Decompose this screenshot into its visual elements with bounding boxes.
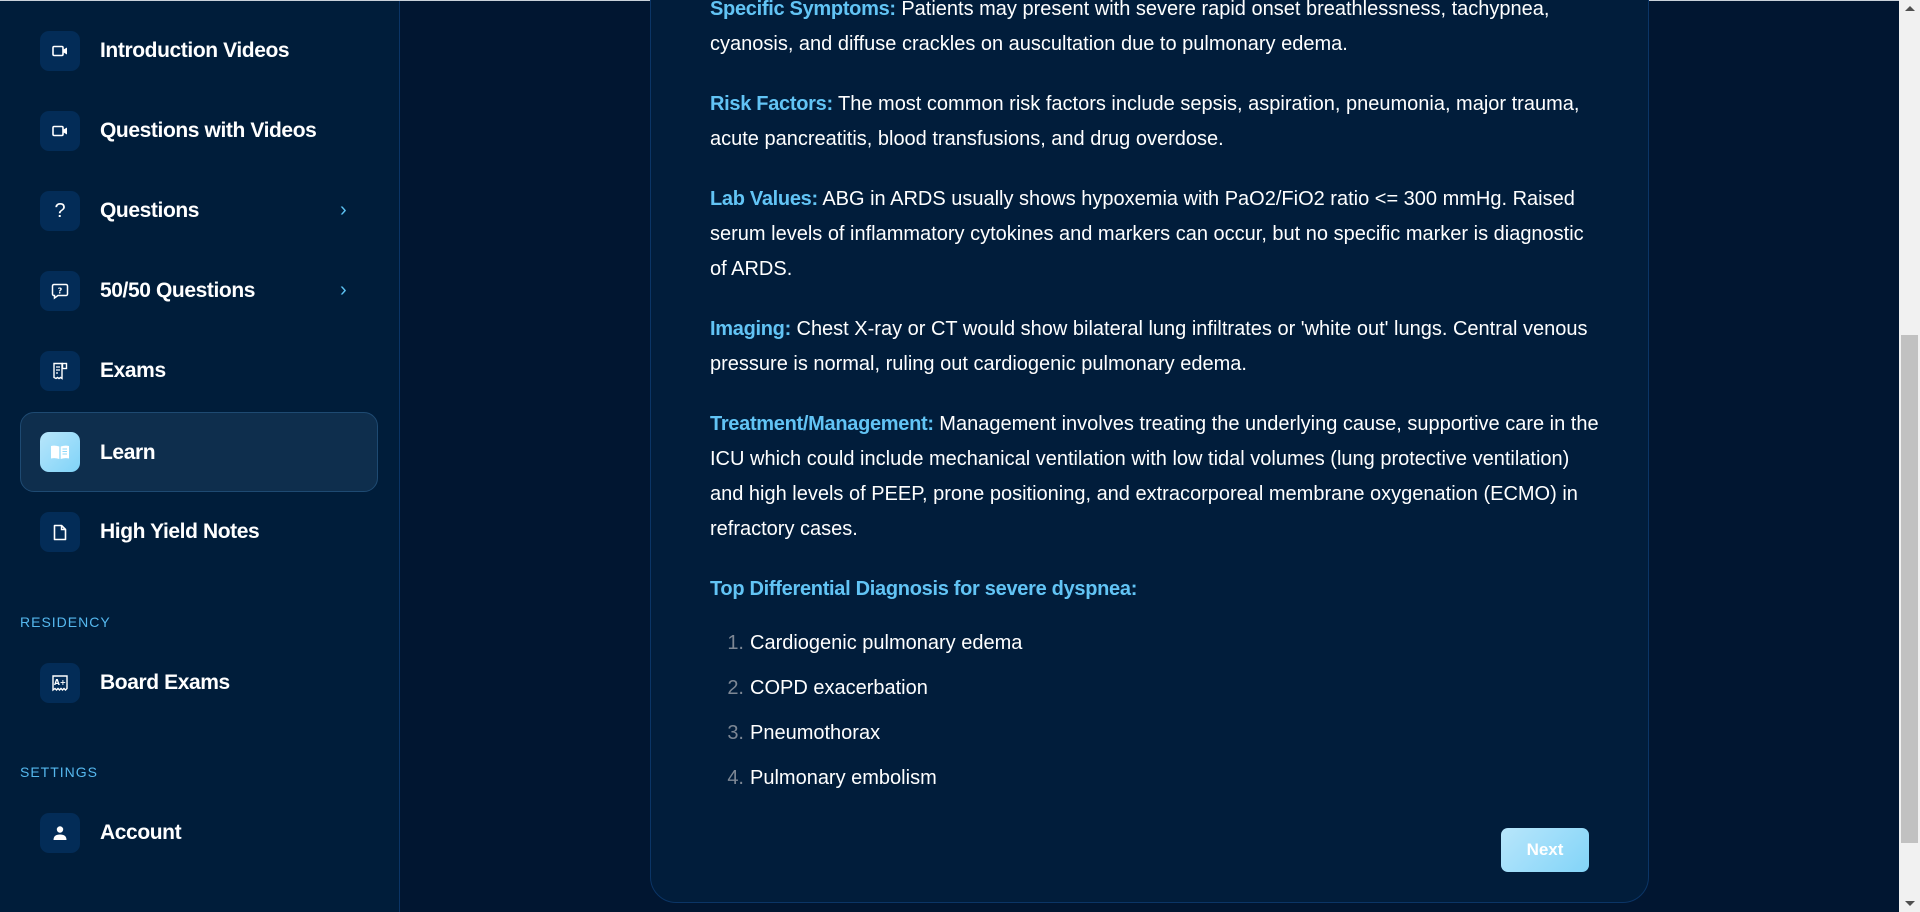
page-scrollbar[interactable] [1899, 0, 1920, 912]
sidebar: Introduction Videos Questions with Video… [0, 1, 400, 912]
paragraph-label: Lab Values: [710, 188, 818, 210]
list-item-text: Pulmonary embolism [750, 767, 937, 789]
scroll-up-arrow-icon[interactable] [1899, 0, 1920, 17]
sidebar-item-label: Learn [100, 441, 156, 464]
list-item-text: COPD exacerbation [750, 677, 928, 699]
scrollbar-thumb[interactable] [1901, 335, 1918, 843]
list-item: 4. Pulmonary embolism [710, 756, 1600, 801]
paragraph-treatment-management: Treatment/Management: Management involve… [710, 407, 1600, 547]
sidebar-item-account[interactable]: Account [20, 793, 378, 873]
file-icon [40, 512, 80, 552]
list-number: 4. [727, 767, 744, 789]
sidebar-item-label: Questions [100, 199, 200, 222]
sidebar-item-label: Exams [100, 359, 166, 382]
sidebar-item-learn[interactable]: Learn [20, 412, 378, 492]
paragraph-text: Chest X-ray or CT would show bilateral l… [710, 318, 1588, 375]
sidebar-item-50-50-questions[interactable]: ? 50/50 Questions › [20, 251, 378, 331]
paragraph-text: ABG in ARDS usually shows hypoxemia with… [710, 188, 1584, 280]
list-item: 2. COPD exacerbation [710, 666, 1600, 711]
list-item: 1. Cardiogenic pulmonary edema [710, 621, 1600, 666]
paragraph-risk-factors: Risk Factors: The most common risk facto… [710, 87, 1600, 157]
video-camera-icon [40, 31, 80, 71]
user-icon [40, 813, 80, 853]
sidebar-item-questions[interactable]: ? Questions › [20, 171, 378, 251]
sidebar-item-label: 50/50 Questions [100, 279, 256, 302]
sidebar-item-label: Board Exams [100, 671, 230, 694]
chevron-right-icon[interactable]: › [340, 171, 347, 251]
sidebar-item-label: High Yield Notes [100, 520, 260, 543]
question-mark-icon: ? [40, 191, 80, 231]
list-number: 1. [727, 632, 744, 654]
section-heading-settings: Settings [20, 764, 99, 780]
list-item-text: Cardiogenic pulmonary edema [750, 632, 1023, 654]
differential-list: 1. Cardiogenic pulmonary edema 2. COPD exa… [710, 621, 1600, 801]
sidebar-item-introduction-videos[interactable]: Introduction Videos [20, 11, 378, 91]
section-heading-residency: Residency [20, 614, 111, 630]
sidebar-item-high-yield-notes[interactable]: High Yield Notes [20, 492, 378, 572]
paragraph-label: Imaging: [710, 318, 791, 340]
svg-text:A+: A+ [54, 678, 66, 687]
sidebar-item-label: Questions with Videos [100, 119, 317, 142]
grade-certificate-icon: A+ [40, 663, 80, 703]
scroll-down-arrow-icon[interactable] [1899, 895, 1920, 912]
paragraph-imaging: Imaging: Chest X-ray or CT would show bi… [710, 312, 1600, 382]
list-number: 2. [727, 677, 744, 699]
sidebar-item-questions-with-videos[interactable]: Questions with Videos [20, 91, 378, 171]
sidebar-item-board-exams[interactable]: A+ Board Exams [20, 643, 378, 723]
learn-content: Specific Symptoms: Patients may present … [710, 0, 1600, 801]
sidebar-item-label: Introduction Videos [100, 39, 290, 62]
exam-document-icon [40, 351, 80, 391]
paragraph-text: The most common risk factors include sep… [710, 93, 1580, 150]
next-button[interactable]: Next [1501, 828, 1589, 872]
differential-heading: Top Differential Diagnosis for severe dy… [710, 578, 1138, 600]
list-number: 3. [727, 722, 744, 744]
chevron-right-icon[interactable]: › [340, 251, 347, 331]
question-bubble-icon: ? [40, 271, 80, 311]
paragraph-label: Treatment/Management: [710, 413, 934, 435]
sidebar-item-label: Account [100, 821, 182, 844]
sidebar-item-exams[interactable]: Exams [20, 331, 378, 411]
paragraph-lab-values: Lab Values: ABG in ARDS usually shows hy… [710, 182, 1600, 287]
svg-text:?: ? [58, 287, 63, 296]
paragraph-specific-symptoms: Specific Symptoms: Patients may present … [710, 0, 1600, 62]
list-item-text: Pneumothorax [750, 722, 881, 744]
list-item: 3. Pneumothorax [710, 711, 1600, 756]
open-book-icon [40, 432, 80, 472]
video-camera-icon [40, 111, 80, 151]
paragraph-label: Specific Symptoms: [710, 0, 896, 20]
paragraph-label: Risk Factors: [710, 93, 833, 115]
